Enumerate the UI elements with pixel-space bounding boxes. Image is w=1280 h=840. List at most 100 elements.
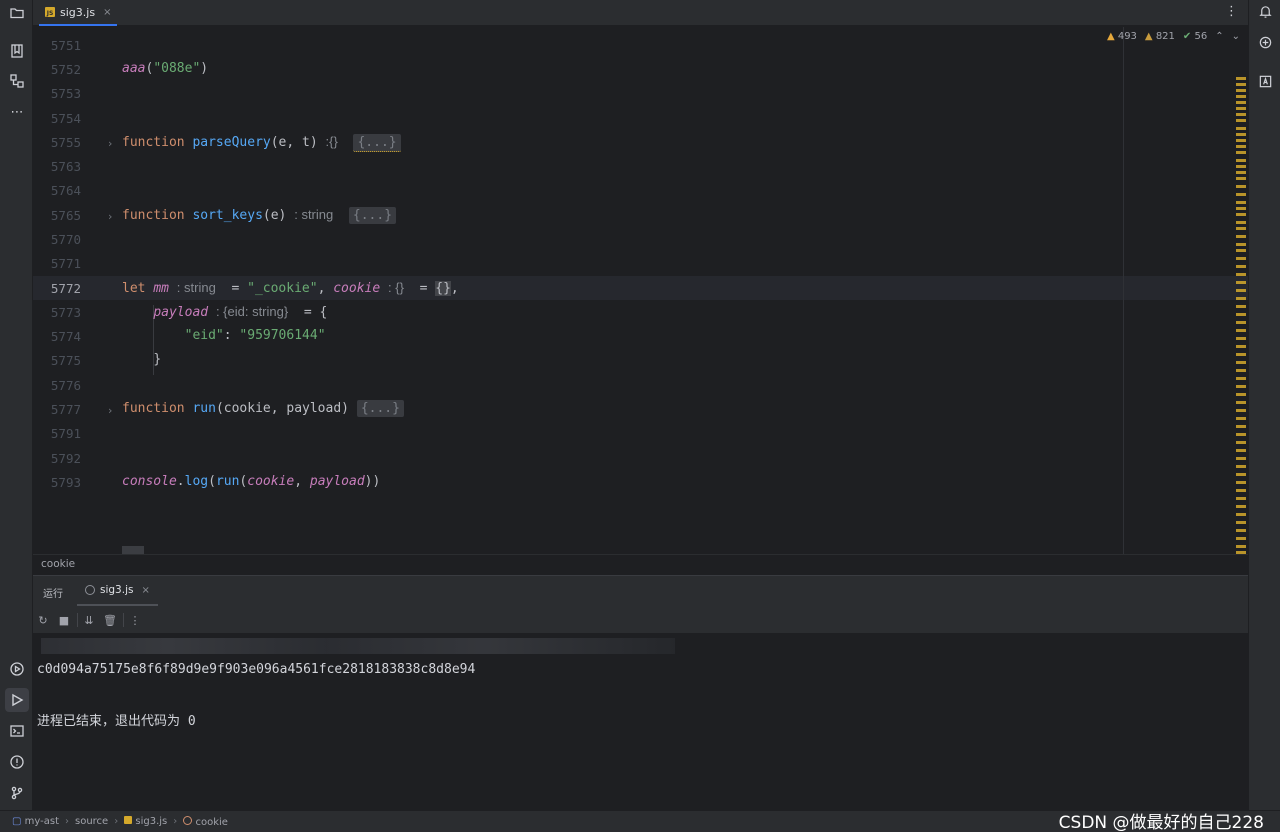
warning-marker[interactable] [1236, 273, 1246, 276]
run-config-tab[interactable]: sig3.js × [77, 576, 158, 606]
close-tab-icon[interactable]: × [141, 585, 149, 596]
warning-marker[interactable] [1236, 221, 1246, 224]
warning-marker[interactable] [1236, 265, 1246, 268]
warning-marker[interactable] [1236, 281, 1246, 284]
warning-marker[interactable] [1236, 329, 1246, 332]
services-icon[interactable] [8, 660, 26, 678]
warning-marker[interactable] [1236, 409, 1246, 412]
bookmarks-icon[interactable] [8, 42, 26, 60]
file-breadcrumb[interactable]: sig3.js [124, 816, 167, 827]
warning-marker[interactable] [1236, 481, 1246, 484]
fold-expand-icon[interactable]: › [108, 137, 112, 150]
rerun-icon[interactable]: ↻ [36, 613, 50, 627]
notifications-bell-icon[interactable] [1257, 3, 1273, 19]
stop-icon[interactable]: ■ [57, 613, 71, 627]
project-folder-icon[interactable] [8, 4, 26, 22]
folded-block[interactable]: {...} [353, 134, 401, 152]
warning-marker[interactable] [1236, 353, 1246, 356]
warning-marker[interactable] [1236, 101, 1246, 104]
warning-marker[interactable] [1236, 537, 1246, 540]
folder-breadcrumb[interactable]: source [75, 816, 108, 827]
warning-marker[interactable] [1236, 165, 1246, 168]
warning-marker[interactable] [1236, 401, 1246, 404]
warning-marker[interactable] [1236, 159, 1246, 162]
warning-marker[interactable] [1236, 345, 1246, 348]
warning-marker[interactable] [1236, 321, 1246, 324]
warning-marker[interactable] [1236, 297, 1246, 300]
warning-marker[interactable] [1236, 385, 1246, 388]
warning-marker[interactable] [1236, 249, 1246, 252]
project-breadcrumb[interactable]: ▢ my-ast [12, 816, 59, 827]
tab-options-icon[interactable]: ⋮ [1225, 4, 1238, 19]
warning-marker[interactable] [1236, 313, 1246, 316]
warning-marker[interactable] [1236, 83, 1246, 86]
warning-marker[interactable] [1236, 417, 1246, 420]
git-icon[interactable] [8, 784, 26, 802]
warning-marker[interactable] [1236, 433, 1246, 436]
more-actions-icon[interactable]: ⋮ [128, 613, 142, 627]
symbol-breadcrumb[interactable]: cookie [183, 815, 228, 828]
warning-marker[interactable] [1236, 337, 1246, 340]
warning-marker[interactable] [1236, 89, 1246, 92]
next-highlight-icon[interactable]: ⌄ [1232, 31, 1240, 42]
database-icon[interactable] [1257, 73, 1273, 89]
clear-trash-icon[interactable]: 🗑 [103, 613, 117, 627]
warning-marker[interactable] [1236, 185, 1246, 188]
warning-marker[interactable] [1236, 107, 1246, 110]
warning-marker[interactable] [1236, 449, 1246, 452]
inspection-widget[interactable]: ▲ 493 ▲ 821 ✔ 56 ⌃ ⌄ [1107, 31, 1240, 42]
code-editor[interactable]: 5751 5752 5753 5754 5755 5763 5764 5765 … [33, 27, 1248, 554]
warning-marker[interactable] [1236, 513, 1246, 516]
warning-marker[interactable] [1236, 95, 1246, 98]
warning-marker[interactable] [1236, 497, 1246, 500]
warning-marker[interactable] [1236, 227, 1246, 230]
warnings-count[interactable]: ▲ 493 [1107, 31, 1137, 42]
warning-marker[interactable] [1236, 425, 1246, 428]
warning-marker[interactable] [1236, 207, 1246, 210]
warning-marker[interactable] [1236, 377, 1246, 380]
fold-expand-icon[interactable]: › [108, 210, 112, 223]
breadcrumb-symbol[interactable]: cookie [41, 558, 75, 570]
warning-marker[interactable] [1236, 441, 1246, 444]
close-tab-icon[interactable]: × [103, 7, 111, 18]
warning-marker[interactable] [1236, 77, 1246, 80]
warning-marker[interactable] [1236, 361, 1246, 364]
warning-marker[interactable] [1236, 201, 1246, 204]
warning-marker[interactable] [1236, 177, 1246, 180]
warning-marker[interactable] [1236, 151, 1246, 154]
folded-block[interactable]: {...} [356, 400, 404, 417]
problems-icon[interactable] [8, 753, 26, 771]
editor-tab-sig3[interactable]: JS sig3.js × [39, 0, 118, 26]
run-icon[interactable] [5, 688, 29, 712]
warning-marker[interactable] [1236, 465, 1246, 468]
warning-marker[interactable] [1236, 213, 1246, 216]
warning-marker[interactable] [1236, 243, 1246, 246]
ai-assistant-icon[interactable] [1257, 34, 1273, 50]
warning-marker[interactable] [1236, 289, 1246, 292]
previous-highlight-icon[interactable]: ⌃ [1215, 31, 1223, 42]
warning-marker[interactable] [1236, 473, 1246, 476]
scroll-to-end-icon[interactable]: ⇊ [82, 613, 96, 627]
terminal-icon[interactable] [8, 722, 26, 740]
folded-block[interactable]: {...} [348, 207, 397, 224]
ok-count[interactable]: ✔ 56 [1183, 31, 1207, 42]
weak-warnings-count[interactable]: ▲ 821 [1145, 31, 1175, 42]
warning-marker[interactable] [1236, 127, 1246, 130]
warning-marker[interactable] [1236, 193, 1246, 196]
warning-marker[interactable] [1236, 457, 1246, 460]
warning-marker[interactable] [1236, 521, 1246, 524]
horizontal-scroll-thumb[interactable] [122, 546, 144, 554]
warning-marker[interactable] [1236, 369, 1246, 372]
structure-icon[interactable] [8, 72, 26, 90]
warning-marker[interactable] [1236, 489, 1246, 492]
fold-expand-icon[interactable]: › [108, 404, 112, 417]
warning-marker[interactable] [1236, 171, 1246, 174]
warning-marker[interactable] [1236, 545, 1246, 548]
warning-marker[interactable] [1236, 529, 1246, 532]
warning-marker[interactable] [1236, 305, 1246, 308]
warning-marker[interactable] [1236, 257, 1246, 260]
warning-marker[interactable] [1236, 235, 1246, 238]
warning-marker[interactable] [1236, 113, 1246, 116]
warning-marker[interactable] [1236, 139, 1246, 142]
error-stripe[interactable] [1236, 77, 1246, 554]
